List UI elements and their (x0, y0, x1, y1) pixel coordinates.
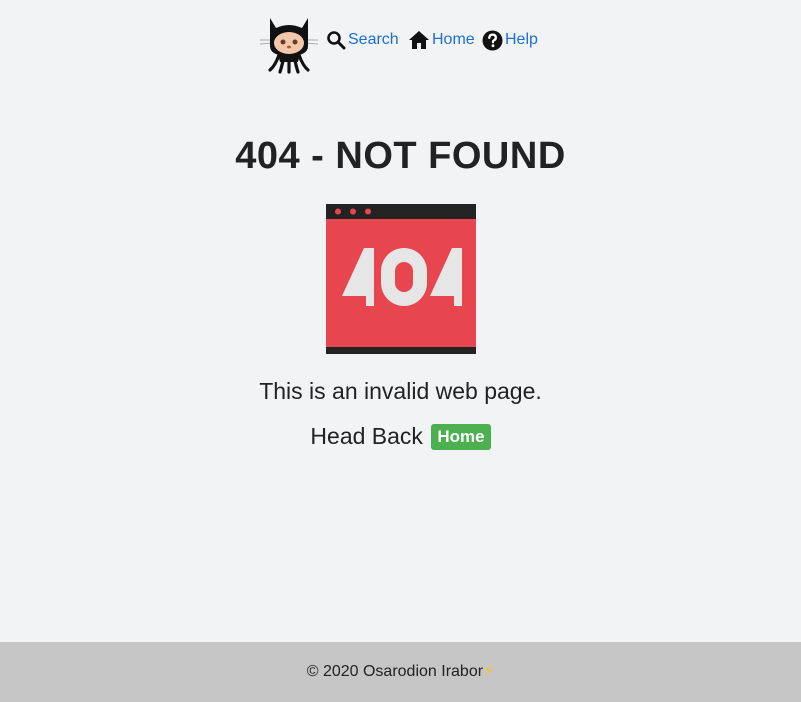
nav-help-label: Help (505, 31, 538, 48)
octocat-logo-icon[interactable] (258, 10, 320, 74)
error-message: This is an invalid web page. (259, 378, 542, 404)
lightning-bolt-icon: ⚡ (483, 663, 495, 680)
nav-help-link[interactable]: Help (482, 28, 538, 52)
site-header: Search Home Help (0, 0, 801, 80)
nav-search-label: Search (348, 31, 399, 48)
nav-home-link[interactable]: Home (408, 28, 475, 52)
copyright-text: © 2020 Osarodion Irabor (306, 663, 484, 680)
home-icon (408, 30, 432, 50)
head-back-line: Head Back Home (0, 421, 801, 451)
nav-search-link[interactable]: Search (326, 28, 399, 52)
home-button[interactable]: Home (431, 424, 491, 450)
nav-home-label: Home (432, 31, 475, 48)
help-circle-icon (482, 30, 505, 51)
search-icon (326, 30, 348, 50)
404-browser-window-icon (326, 204, 476, 354)
head-back-text: Head Back (310, 423, 423, 449)
footer-copyright: © 2020 Osarodion Irabor⚡ (0, 661, 801, 683)
page-title: 404 - NOT FOUND (235, 135, 566, 177)
site-footer: © 2020 Osarodion Irabor⚡ (0, 642, 801, 702)
